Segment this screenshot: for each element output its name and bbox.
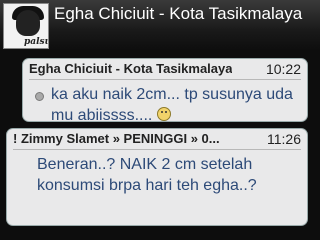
message-time: 11:26	[267, 131, 301, 147]
message-meta: Egha Chiciuit - Kota Tasikmalaya 10:22	[29, 59, 301, 80]
message-bubble-received[interactable]: Egha Chiciuit - Kota Tasikmalaya 10:22 k…	[22, 58, 308, 124]
message-body: ka aku naik 2cm... tp susunya uda mu abi…	[23, 80, 307, 132]
message-text: Beneran..? NAIK 2 cm setelah konsumsi br…	[37, 156, 257, 194]
avatar-face	[16, 10, 40, 36]
message-time: 10:22	[265, 61, 301, 77]
chat-header: palsu Egha Chiciuit - Kota Tasikmalaya	[0, 0, 320, 50]
contact-avatar[interactable]: palsu	[3, 3, 49, 49]
chat-title: Egha Chiciuit - Kota Tasikmalaya	[54, 4, 303, 23]
message-sender: ! Zimmy Slamet » PENINGGI » 0...	[13, 131, 220, 146]
message-text: ka aku naik 2cm... tp susunya uda mu abi…	[51, 86, 293, 124]
message-body: Beneran..? NAIK 2 cm setelah konsumsi br…	[7, 150, 307, 202]
message-meta: ! Zimmy Slamet » PENINGGI » 0... 11:26	[13, 129, 301, 150]
message-sender: Egha Chiciuit - Kota Tasikmalaya	[29, 61, 233, 76]
avatar-text: palsu	[24, 37, 49, 47]
delivered-indicator-icon	[35, 92, 44, 101]
message-bubble-sent[interactable]: ! Zimmy Slamet » PENINGGI » 0... 11:26 B…	[6, 128, 308, 226]
smiley-icon	[157, 107, 172, 121]
